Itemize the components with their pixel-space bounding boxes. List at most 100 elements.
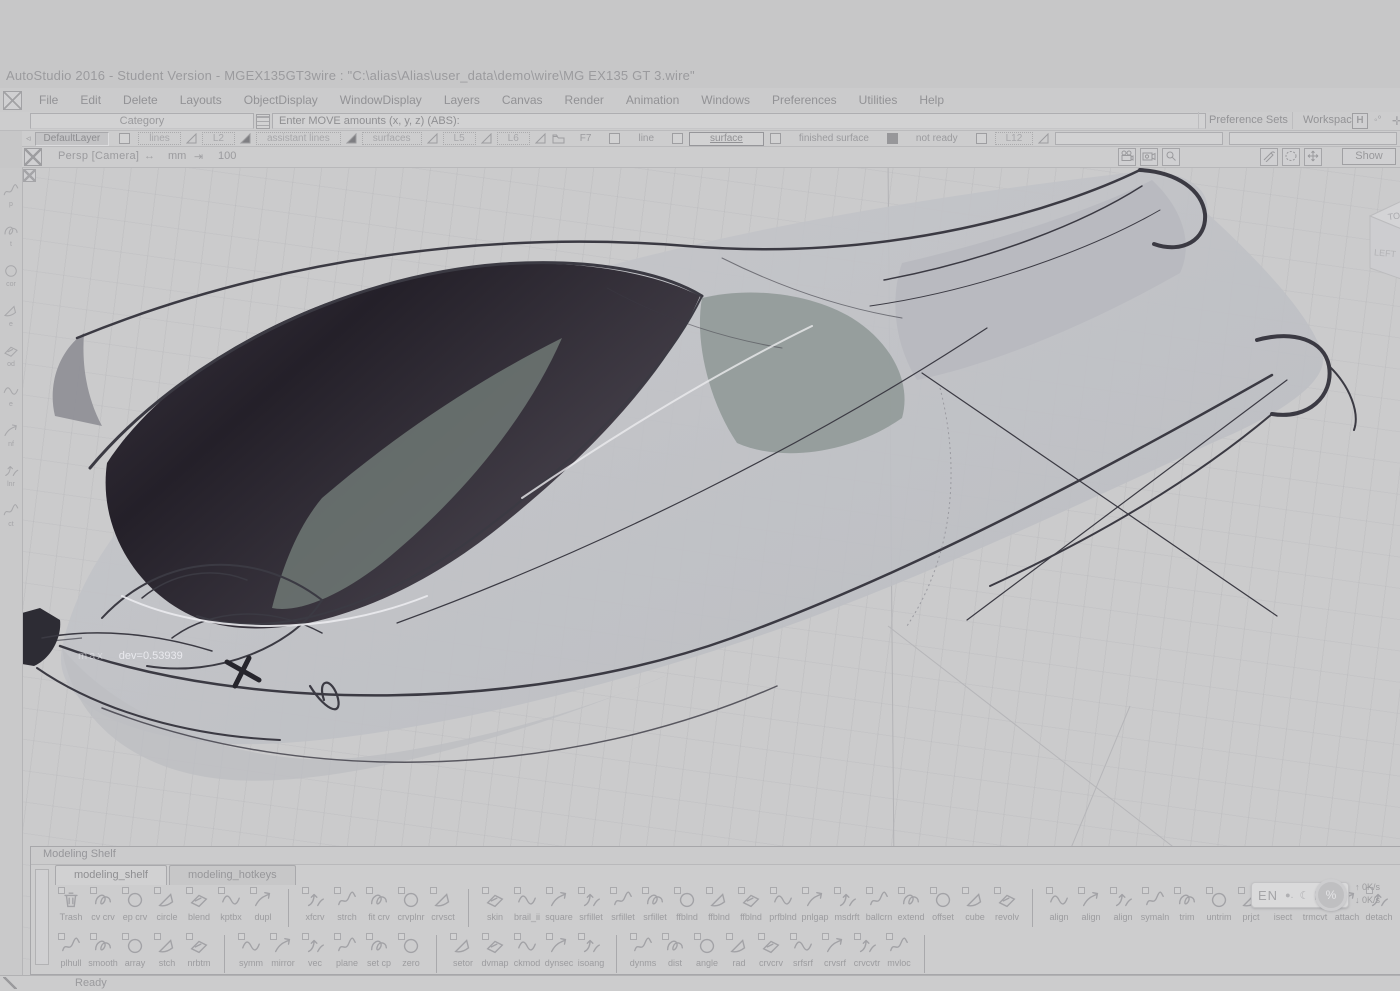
shelf-tool-xfcrv[interactable]: xfcrv xyxy=(299,887,331,922)
shelf-tool-untrim[interactable]: untrim xyxy=(1203,887,1235,922)
shelf-tool-stch[interactable]: stch xyxy=(151,933,183,968)
shelf-tool-dvmap[interactable]: dvmap xyxy=(479,933,511,968)
menu-utilities[interactable]: Utilities xyxy=(848,90,909,110)
layer-item-l12[interactable]: L12 xyxy=(995,132,1034,145)
palette-tool-0[interactable]: p xyxy=(0,182,22,208)
shelf-tool-rad[interactable]: rad xyxy=(723,933,755,968)
shelf-tool-set-cp[interactable]: set cp xyxy=(363,933,395,968)
layer-item-surfaces[interactable]: surfaces xyxy=(362,132,422,145)
shelf-tool-dynsec[interactable]: dynsec xyxy=(543,933,575,968)
camera-icon[interactable] xyxy=(1140,148,1158,166)
palette-tool-5[interactable]: e xyxy=(0,382,22,408)
shelf-tool-align[interactable]: align xyxy=(1075,887,1107,922)
menu-help[interactable]: Help xyxy=(908,90,955,110)
left-tool-palette[interactable]: ptcoreodenflnrct xyxy=(0,168,23,990)
shelf-tool-trim[interactable]: trim xyxy=(1171,887,1203,922)
shelf-tool-ffblnd[interactable]: ffblnd xyxy=(735,887,767,922)
menu-layouts[interactable]: Layouts xyxy=(169,90,233,110)
palette-tool-3[interactable]: e xyxy=(0,302,22,328)
shelf-tool-plhull[interactable]: plhull xyxy=(55,933,87,968)
category-field[interactable]: Category xyxy=(30,113,254,129)
shelf-tool-pnlgap[interactable]: pnlgap xyxy=(799,887,831,922)
tab-modeling_shelf[interactable]: modeling_shelf xyxy=(55,865,167,885)
window-close-icon[interactable] xyxy=(3,91,22,110)
shelf-tool-srfillet[interactable]: srfillet xyxy=(639,887,671,922)
shelf-tool-brail-ii[interactable]: brail_ii xyxy=(511,887,543,922)
shelf-tool-fit-crv[interactable]: fit crv xyxy=(363,887,395,922)
palette-tool-2[interactable]: cor xyxy=(0,262,22,288)
menu-objectdisplay[interactable]: ObjectDisplay xyxy=(233,90,329,110)
shelf-tool-isoang[interactable]: isoang xyxy=(575,933,607,968)
ime-language-label[interactable]: EN xyxy=(1258,888,1278,903)
shelf-tool-ffblnd[interactable]: ffblnd xyxy=(671,887,703,922)
shelf-tool-kptbx[interactable]: kptbx xyxy=(215,887,247,922)
shelf-tool-symm[interactable]: symm xyxy=(235,933,267,968)
shelf-tool-circle[interactable]: circle xyxy=(151,887,183,922)
layer-item-f7[interactable]: F7 xyxy=(568,133,604,144)
shelf-tool-cv-crv[interactable]: cv crv xyxy=(87,887,119,922)
viewport-camera-label[interactable]: Persp [Camera] xyxy=(58,150,139,162)
menu-file[interactable]: File xyxy=(28,90,69,110)
menu-preferences[interactable]: Preferences xyxy=(761,90,848,110)
layer-item-l2[interactable]: L2 xyxy=(202,132,235,145)
menu-delete[interactable]: Delete xyxy=(112,90,169,110)
shelf-tool-skin[interactable]: skin xyxy=(479,887,511,922)
shelf-tool-crvsrf[interactable]: crvsrf xyxy=(819,933,851,968)
shelf-tool-prfblnd[interactable]: prfblnd xyxy=(767,887,799,922)
shelf-tool-plane[interactable]: plane xyxy=(331,933,363,968)
layer-item-l5[interactable]: L5 xyxy=(443,132,476,145)
shelf-tool-srfillet[interactable]: srfillet xyxy=(607,887,639,922)
shelf-tool-smooth[interactable]: smooth xyxy=(87,933,119,968)
layer-empty-field[interactable] xyxy=(1229,132,1397,145)
grid-snap-icon[interactable]: ✛ xyxy=(1392,114,1400,128)
layer-item--[interactable]: ◃ xyxy=(22,133,35,144)
shelf-tool-crvcrv[interactable]: crvcrv xyxy=(755,933,787,968)
shelf-tool-revolv[interactable]: revolv xyxy=(991,887,1023,922)
layer-checkbox[interactable] xyxy=(672,133,683,144)
hotkeys-icon[interactable]: H xyxy=(1352,113,1368,129)
shelf-tool-align[interactable]: align xyxy=(1043,887,1075,922)
shelf-tool-crvcvtr[interactable]: crvcvtr xyxy=(851,933,883,968)
render-region-icon[interactable] xyxy=(1260,148,1278,166)
shelf-tool-offset[interactable]: offset xyxy=(927,887,959,922)
menu-edit[interactable]: Edit xyxy=(69,90,112,110)
list-icon[interactable] xyxy=(256,114,270,129)
shelf-tool-zero[interactable]: zero xyxy=(395,933,427,968)
shelf-tool-mirror[interactable]: mirror xyxy=(267,933,299,968)
shelf-tool-align[interactable]: align xyxy=(1107,887,1139,922)
shelf-tool-mvloc[interactable]: mvloc xyxy=(883,933,915,968)
shelf-tool-square[interactable]: square xyxy=(543,887,575,922)
shelf-tool-dynms[interactable]: dynms xyxy=(627,933,659,968)
shelf-tool-crvplnr[interactable]: crvplnr xyxy=(395,887,427,922)
shelf-tool-nrbtm[interactable]: nrbtm xyxy=(183,933,215,968)
palette-tool-7[interactable]: lnr xyxy=(0,462,22,488)
palette-tool-1[interactable]: t xyxy=(0,222,22,248)
layer-item-assistant-lines[interactable]: assistant lines xyxy=(256,132,341,145)
layer-diagonal-icon[interactable] xyxy=(186,133,197,144)
zoom-region-icon[interactable] xyxy=(1162,148,1180,166)
viewport-close-icon[interactable] xyxy=(24,148,42,166)
shelf-tool-array[interactable]: array xyxy=(119,933,151,968)
shelf-tool-symaln[interactable]: symaln xyxy=(1139,887,1171,922)
shelf-tool-srfillet[interactable]: srfillet xyxy=(575,887,607,922)
shelf-tool-dupl[interactable]: dupl xyxy=(247,887,279,922)
layer-checkbox[interactable] xyxy=(770,133,781,144)
shelf-tool-crvsct[interactable]: crvsct xyxy=(427,887,459,922)
pan-icon[interactable] xyxy=(1304,148,1322,166)
shelf-tool-vec[interactable]: vec xyxy=(299,933,331,968)
layer-checkbox-filled[interactable] xyxy=(887,133,898,144)
shelf-tool-dist[interactable]: dist xyxy=(659,933,691,968)
shelf-tool-strch[interactable]: strch xyxy=(331,887,363,922)
moon-icon[interactable]: ☾ xyxy=(1300,889,1310,902)
shelf-tool-trash[interactable]: Trash xyxy=(55,887,87,922)
menu-windows[interactable]: Windows xyxy=(690,90,761,110)
show-button[interactable]: Show xyxy=(1342,148,1396,165)
layer-item-finished-surface[interactable]: finished surface xyxy=(787,133,881,144)
promptline-input[interactable]: Enter MOVE amounts (x, y, z) (ABS): xyxy=(272,113,1206,129)
layer-diagonal-icon[interactable] xyxy=(481,133,492,144)
layer-item-defaultlayer[interactable]: DefaultLayer xyxy=(35,132,110,146)
shelf-tool-ep-crv[interactable]: ep crv xyxy=(119,887,151,922)
shelf-tool-msdrft[interactable]: msdrft xyxy=(831,887,863,922)
layer-checkbox[interactable] xyxy=(976,133,987,144)
menu-render[interactable]: Render xyxy=(554,90,615,110)
